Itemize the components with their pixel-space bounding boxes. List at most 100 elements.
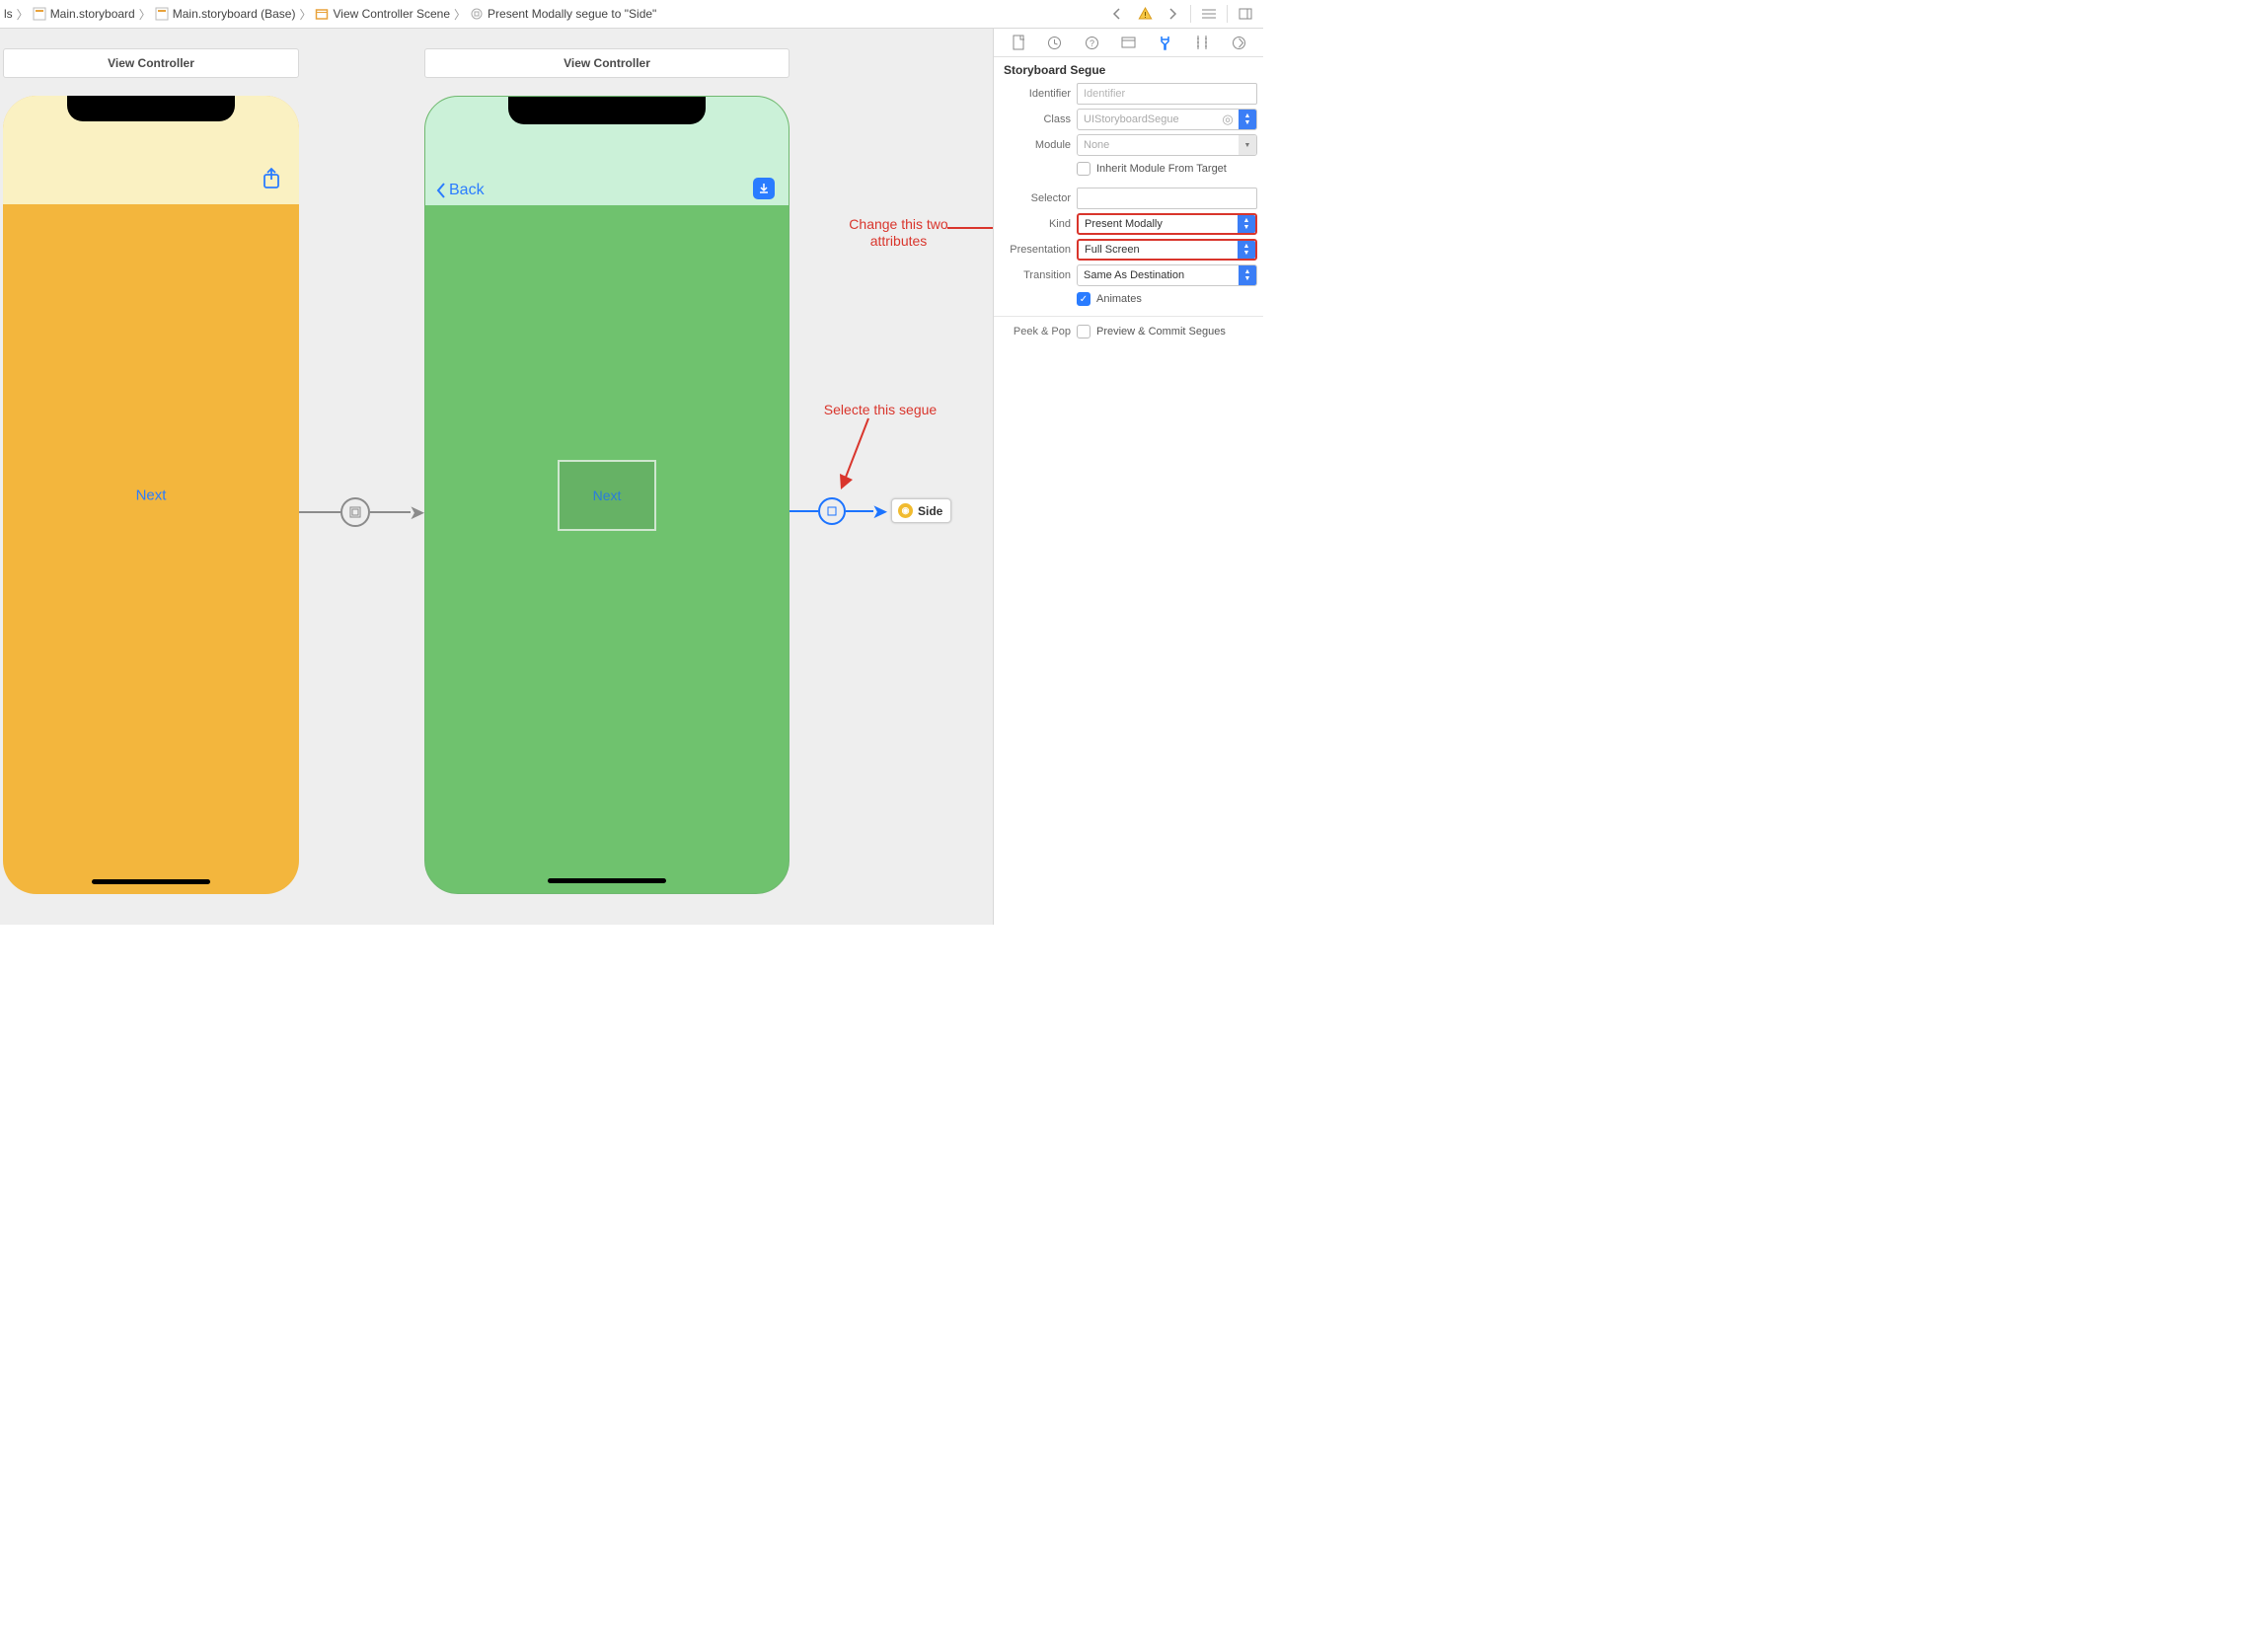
scene-title[interactable]: View Controller [424, 48, 790, 78]
connections-inspector-tab[interactable] [1228, 32, 1249, 53]
presentation-select[interactable]: Full Screen ▲▼ [1077, 239, 1257, 261]
peek-pop-label: Peek & Pop [994, 326, 1071, 338]
identifier-input[interactable] [1077, 83, 1257, 105]
adjust-editor-button[interactable] [1234, 2, 1257, 26]
selector-label: Selector [994, 192, 1071, 204]
scene-view-controller-mid[interactable]: View Controller Back Next [424, 48, 790, 894]
section-title-label: Storyboard Segue [1004, 63, 1105, 77]
chevron-left-icon [435, 182, 447, 199]
inspector-panel: ? Storyboard Segue Identifier Class UISt… [993, 29, 1263, 925]
scene-icon [315, 7, 329, 21]
peek-pop-checkbox[interactable] [1077, 325, 1090, 338]
stepper-icon[interactable]: ▲▼ [1239, 110, 1256, 129]
kind-value: Present Modally [1085, 218, 1163, 230]
crumb-label: Main.storyboard (Base) [173, 7, 296, 21]
module-label: Module [994, 139, 1071, 151]
back-label: Back [449, 182, 485, 199]
row-presentation: Presentation Full Screen ▲▼ [994, 237, 1263, 263]
stepper-icon[interactable]: ▼ [1239, 135, 1256, 155]
home-indicator [548, 878, 666, 883]
storyboard-base-icon [155, 7, 169, 21]
device-frame-left[interactable]: Next [3, 96, 299, 894]
row-selector: Selector [994, 186, 1263, 211]
crumb-item[interactable]: Main.storyboard (Base) [155, 7, 296, 21]
row-class: Class UIStoryboardSegue ◎ ▲▼ [994, 107, 1263, 132]
scene-title[interactable]: View Controller [3, 48, 299, 78]
presentation-label: Presentation [994, 244, 1071, 256]
segue-node-icon [340, 497, 370, 527]
chevron-right-icon: 〉 [454, 6, 466, 23]
attributes-inspector-tab[interactable] [1155, 32, 1176, 53]
separator [1190, 5, 1191, 23]
stepper-icon[interactable]: ▲▼ [1238, 241, 1255, 259]
identifier-label: Identifier [994, 88, 1071, 100]
next-button[interactable]: Next [136, 487, 167, 503]
selector-input[interactable] [1077, 188, 1257, 209]
row-identifier: Identifier [994, 81, 1263, 107]
class-value: UIStoryboardSegue [1084, 113, 1179, 125]
container-view[interactable]: Next [558, 460, 656, 531]
help-inspector-tab[interactable]: ? [1081, 32, 1102, 53]
scene-reference-side[interactable]: ◉ Side [891, 498, 951, 523]
transition-select[interactable]: Same As Destination ▲▼ [1077, 264, 1257, 286]
crumb-item[interactable]: Present Modally segue to "Side" [470, 7, 656, 21]
device-notch [67, 96, 235, 121]
transition-value: Same As Destination [1084, 269, 1184, 281]
chevron-right-icon: 〉 [139, 6, 151, 23]
breadcrumb[interactable]: ls 〉 Main.storyboard 〉 Main.storyboard (… [0, 6, 1105, 23]
storyboard-file-icon [33, 7, 46, 21]
inherit-checkbox[interactable] [1077, 162, 1090, 176]
arrow-right-icon: ➤ [409, 500, 425, 525]
nav-forward-button[interactable] [1161, 2, 1184, 26]
peek-pop-text: Preview & Commit Segues [1096, 326, 1226, 338]
annotation-select-segue: Selecte this segue [816, 402, 944, 418]
crumb-label: Present Modally segue to "Side" [488, 7, 656, 21]
size-inspector-tab[interactable] [1191, 32, 1213, 53]
back-button[interactable]: Back [435, 182, 485, 199]
segue-icon [470, 7, 484, 21]
identity-inspector-tab[interactable] [1117, 32, 1139, 53]
presentation-value: Full Screen [1085, 244, 1140, 256]
device-frame-mid[interactable]: Back Next [424, 96, 790, 894]
file-inspector-tab[interactable] [1008, 32, 1029, 53]
issues-button[interactable] [1133, 2, 1157, 26]
annotation-change-attrs: Change this two attributes [837, 216, 960, 250]
segue-connector-selected[interactable]: ➤ [790, 497, 888, 525]
crumb-label: View Controller Scene [333, 7, 450, 21]
scene-view-controller-left[interactable]: View Controller Next [3, 48, 299, 894]
storyboard-canvas[interactable]: View Controller Next ➤ [0, 29, 993, 925]
annotation-text: Selecte this segue [824, 402, 937, 417]
kind-select[interactable]: Present Modally ▲▼ [1077, 213, 1257, 235]
kind-label: Kind [994, 218, 1071, 230]
row-transition: Transition Same As Destination ▲▼ [994, 263, 1263, 288]
inspector-tabs: ? [994, 29, 1263, 57]
segue-node-icon [818, 497, 846, 525]
share-icon[interactable] [262, 167, 281, 193]
scene-title-label: View Controller [564, 56, 650, 70]
crumb-item[interactable]: Main.storyboard [33, 7, 135, 21]
crumb-item[interactable]: View Controller Scene [315, 7, 450, 21]
row-peek-pop: Peek & Pop Preview & Commit Segues [994, 323, 1263, 340]
home-indicator [92, 879, 210, 884]
class-select[interactable]: UIStoryboardSegue ◎ ▲▼ [1077, 109, 1257, 130]
nav-back-button[interactable] [1105, 2, 1129, 26]
download-icon[interactable] [753, 178, 775, 199]
history-inspector-tab[interactable] [1044, 32, 1066, 53]
crumb-label: ls [4, 7, 13, 21]
outline-view-button[interactable] [1197, 2, 1221, 26]
stepper-icon[interactable]: ▲▼ [1239, 265, 1256, 285]
segue-connector-gray[interactable]: ➤ [299, 497, 425, 527]
row-inherit[interactable]: Inherit Module From Target [994, 158, 1263, 180]
chevron-right-icon: 〉 [17, 6, 29, 23]
module-select[interactable]: None ▼ [1077, 134, 1257, 156]
animates-checkbox[interactable]: ✓ [1077, 292, 1090, 306]
row-animates[interactable]: ✓ Animates [994, 288, 1263, 310]
separator [1227, 5, 1228, 23]
section-title: Storyboard Segue [994, 57, 1263, 81]
stepper-icon[interactable]: ▲▼ [1238, 215, 1255, 233]
next-label: Next [593, 488, 622, 503]
class-label: Class [994, 113, 1071, 125]
navigate-icon[interactable]: ◎ [1221, 113, 1235, 126]
row-kind: Kind Present Modally ▲▼ [994, 211, 1263, 237]
crumb-item[interactable]: ls [4, 7, 13, 21]
